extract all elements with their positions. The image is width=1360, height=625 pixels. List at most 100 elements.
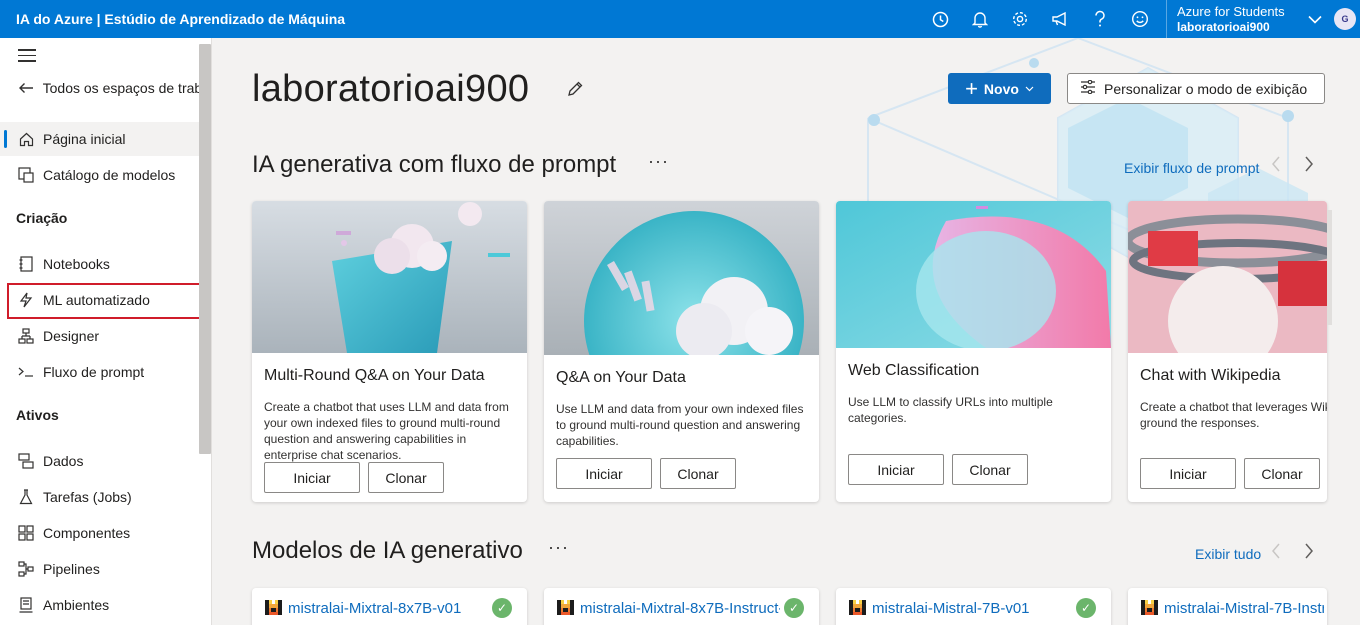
sidebar-item-prompt-flow[interactable]: Fluxo de prompt bbox=[0, 355, 210, 389]
clone-button[interactable]: Clonar bbox=[1244, 458, 1320, 489]
clone-button[interactable]: Clonar bbox=[368, 462, 444, 493]
flow-card-qa-on-data[interactable]: Q&A on Your Data Use LLM and data from y… bbox=[544, 201, 819, 502]
main-content: laboratorioai900 + Novo Personalizar o m… bbox=[228, 38, 1360, 625]
sliders-icon bbox=[1080, 79, 1096, 97]
customize-view-label: Personalizar o modo de exibição bbox=[1104, 80, 1308, 97]
section-heading-criacao: Criação bbox=[16, 210, 68, 226]
mistral-logo-icon bbox=[265, 600, 282, 615]
card-image bbox=[544, 201, 819, 355]
sidebar-item-pipelines[interactable]: Pipelines bbox=[0, 552, 210, 586]
sidebar-item-label: Designer bbox=[43, 328, 100, 344]
megaphone-icon[interactable] bbox=[1040, 0, 1080, 38]
back-to-workspaces[interactable]: Todos os espaços de trabal bbox=[0, 71, 210, 105]
verified-check-icon: ✓ bbox=[492, 598, 512, 618]
new-button-label: Novo bbox=[983, 80, 1019, 97]
model-name: mistralai-Mixtral-8x7B-Instruct-v01 bbox=[580, 600, 780, 617]
avatar[interactable]: G bbox=[1334, 8, 1356, 30]
card-image bbox=[252, 201, 527, 353]
sidebar-item-label: Dados bbox=[43, 453, 84, 469]
chevron-left-icon[interactable] bbox=[1271, 543, 1281, 564]
bell-icon[interactable] bbox=[960, 0, 1000, 38]
hamburger-menu-icon[interactable] bbox=[18, 49, 36, 66]
sidebar: Todos os espaços de trabal Página inicia… bbox=[0, 38, 212, 625]
more-options-icon[interactable]: ··· bbox=[648, 151, 669, 172]
main-scrollbar-thumb[interactable] bbox=[1327, 210, 1332, 325]
directory-name: laboratorioai900 bbox=[1177, 19, 1270, 34]
card-description: Create a chatbot that uses LLM and data … bbox=[264, 400, 509, 462]
chevron-right-icon[interactable] bbox=[1304, 543, 1314, 564]
gear-icon[interactable] bbox=[1000, 0, 1040, 38]
arrow-left-icon bbox=[16, 82, 36, 94]
pipeline-icon bbox=[16, 561, 36, 577]
top-bar: IA do Azure | Estúdio de Aprendizado de … bbox=[0, 0, 1360, 38]
mistral-logo-icon bbox=[557, 600, 574, 615]
data-icon bbox=[16, 453, 36, 469]
sidebar-item-label: Página inicial bbox=[43, 131, 126, 147]
notebook-icon bbox=[16, 256, 36, 272]
terminal-icon bbox=[16, 366, 36, 378]
view-prompt-flow-link[interactable]: Exibir fluxo de prompt bbox=[1124, 160, 1259, 176]
mistral-logo-icon bbox=[1141, 600, 1158, 615]
section-heading-ativos: Ativos bbox=[16, 407, 59, 423]
model-card[interactable]: mistralai-Mistral-7B-v01 ✓ bbox=[836, 588, 1111, 625]
clone-button[interactable]: Clonar bbox=[952, 454, 1028, 485]
sidebar-item-label: Notebooks bbox=[43, 256, 110, 272]
sidebar-item-label: Fluxo de prompt bbox=[43, 364, 145, 380]
sidebar-item-label: Pipelines bbox=[43, 561, 100, 577]
flow-card-web-classification[interactable]: Web Classification Use LLM to classify U… bbox=[836, 201, 1111, 502]
sidebar-item-label: Tarefas (Jobs) bbox=[43, 489, 132, 505]
subscription-name: Azure for Students bbox=[1177, 3, 1285, 19]
card-image bbox=[1128, 201, 1327, 353]
flow-card-chat-wikipedia[interactable]: Chat with Wikipedia Create a chatbot tha… bbox=[1128, 201, 1327, 502]
sidebar-item-components[interactable]: Componentes bbox=[0, 516, 210, 550]
model-card[interactable]: mistralai-Mistral-7B-Instruct-v01 bbox=[1128, 588, 1327, 625]
view-all-link[interactable]: Exibir tudo bbox=[1195, 546, 1261, 562]
card-description: Use LLM to classify URLs into multiple c… bbox=[848, 395, 1053, 425]
model-card[interactable]: mistralai-Mixtral-8x7B-v01 ✓ bbox=[252, 588, 527, 625]
new-button[interactable]: + Novo bbox=[948, 73, 1051, 104]
card-title: Q&A on Your Data bbox=[556, 369, 686, 386]
card-description: Use LLM and data from your own indexed f… bbox=[556, 402, 804, 448]
more-options-icon[interactable]: ··· bbox=[548, 537, 569, 558]
card-title: Multi-Round Q&A on Your Data bbox=[264, 367, 485, 384]
model-card[interactable]: mistralai-Mixtral-8x7B-Instruct-v01 ✓ bbox=[544, 588, 819, 625]
sidebar-item-home[interactable]: Página inicial bbox=[0, 122, 210, 156]
clock-icon[interactable] bbox=[920, 0, 960, 38]
customize-view-button[interactable]: Personalizar o modo de exibição bbox=[1067, 73, 1325, 104]
sidebar-scrollbar-thumb[interactable] bbox=[199, 44, 211, 454]
sidebar-item-environments[interactable]: Ambientes bbox=[0, 588, 210, 622]
clone-button[interactable]: Clonar bbox=[660, 458, 736, 489]
pencil-icon[interactable] bbox=[566, 80, 584, 103]
help-icon[interactable] bbox=[1080, 0, 1120, 38]
sidebar-item-model-catalog[interactable]: Catálogo de modelos bbox=[0, 158, 210, 192]
card-title: Web Classification bbox=[848, 362, 980, 379]
start-button[interactable]: Iniciar bbox=[556, 458, 652, 489]
sidebar-item-designer[interactable]: Designer bbox=[0, 319, 210, 353]
sidebar-item-jobs[interactable]: Tarefas (Jobs) bbox=[0, 480, 210, 514]
verified-check-icon: ✓ bbox=[784, 598, 804, 618]
home-icon bbox=[16, 132, 36, 147]
start-button[interactable]: Iniciar bbox=[264, 462, 360, 493]
app-title[interactable]: IA do Azure | Estúdio de Aprendizado de … bbox=[0, 11, 920, 27]
model-name: mistralai-Mistral-7B-v01 bbox=[872, 600, 1030, 617]
catalog-icon bbox=[16, 167, 36, 183]
verified-check-icon: ✓ bbox=[1076, 598, 1096, 618]
model-name: mistralai-Mistral-7B-Instruct-v01 bbox=[1164, 600, 1324, 617]
card-image bbox=[836, 201, 1111, 348]
sidebar-item-notebooks[interactable]: Notebooks bbox=[0, 247, 210, 281]
model-name: mistralai-Mixtral-8x7B-v01 bbox=[288, 600, 462, 617]
start-button[interactable]: Iniciar bbox=[848, 454, 944, 485]
smiley-icon[interactable] bbox=[1120, 0, 1160, 38]
environment-icon bbox=[16, 597, 36, 613]
flow-card-multi-round-qa[interactable]: Multi-Round Q&A on Your Data Create a ch… bbox=[252, 201, 527, 502]
start-button[interactable]: Iniciar bbox=[1140, 458, 1236, 489]
chevron-left-icon[interactable] bbox=[1271, 156, 1281, 177]
account-switcher[interactable]: Azure for Students laboratorioai900 bbox=[1166, 0, 1302, 38]
card-description: Create a chatbot that leverages Wikipedi… bbox=[1140, 400, 1327, 430]
highlight-annotation bbox=[7, 283, 206, 319]
sidebar-item-label: Ambientes bbox=[43, 597, 110, 613]
active-indicator bbox=[4, 130, 7, 148]
chevron-right-icon[interactable] bbox=[1304, 156, 1314, 177]
sidebar-item-data[interactable]: Dados bbox=[0, 444, 210, 478]
chevron-down-icon[interactable] bbox=[1302, 12, 1328, 27]
